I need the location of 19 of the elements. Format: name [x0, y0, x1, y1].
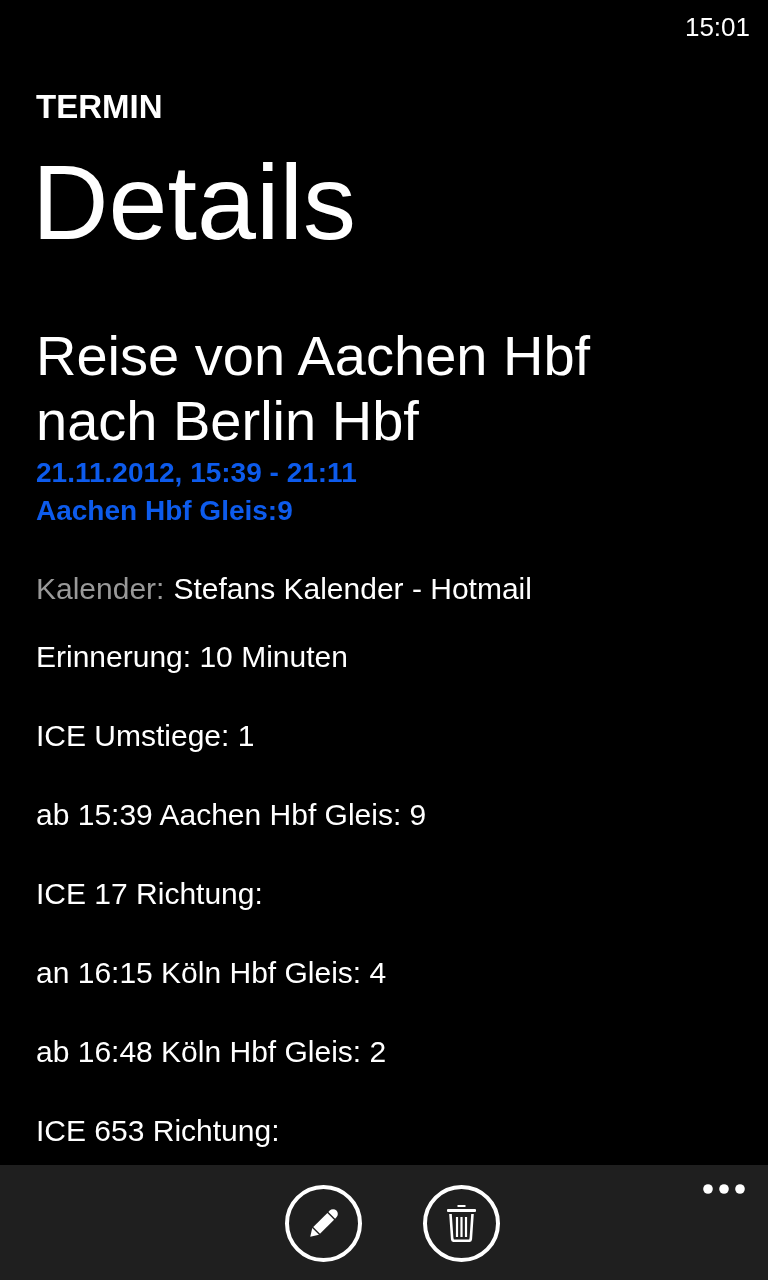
page-title: Details [32, 142, 356, 262]
appointment-time: 21.11.2012, 15:39 - 21:11 [36, 456, 357, 490]
edit-button[interactable] [284, 1185, 362, 1262]
note-line: ICE 653 Richtung: [36, 1113, 280, 1149]
reminder-text: Erinnerung: 10 Minuten [36, 639, 348, 675]
delete-button[interactable] [422, 1185, 500, 1262]
appointment-title: Reise von Aachen Hbf nach Berlin Hbf [36, 323, 592, 453]
note-line: ICE Umstiege: 1 [36, 718, 255, 754]
note-line: ab 15:39 Aachen Hbf Gleis: 9 [36, 797, 427, 833]
app-title: TERMIN [36, 87, 163, 127]
appointment-location: Aachen Hbf Gleis:9 [36, 494, 293, 528]
note-line: an 16:15 Köln Hbf Gleis: 4 [36, 955, 387, 991]
note-line: ab 16:48 Köln Hbf Gleis: 2 [36, 1034, 387, 1070]
status-time: 15:01 [684, 12, 750, 42]
calendar-label: Kalender: [36, 571, 165, 607]
trash-icon [446, 1205, 476, 1242]
note-line: ICE 17 Richtung: [36, 876, 263, 912]
calendar-name: Stefans Kalender - Hotmail [173, 571, 532, 607]
more-icon[interactable] [703, 1184, 745, 1194]
